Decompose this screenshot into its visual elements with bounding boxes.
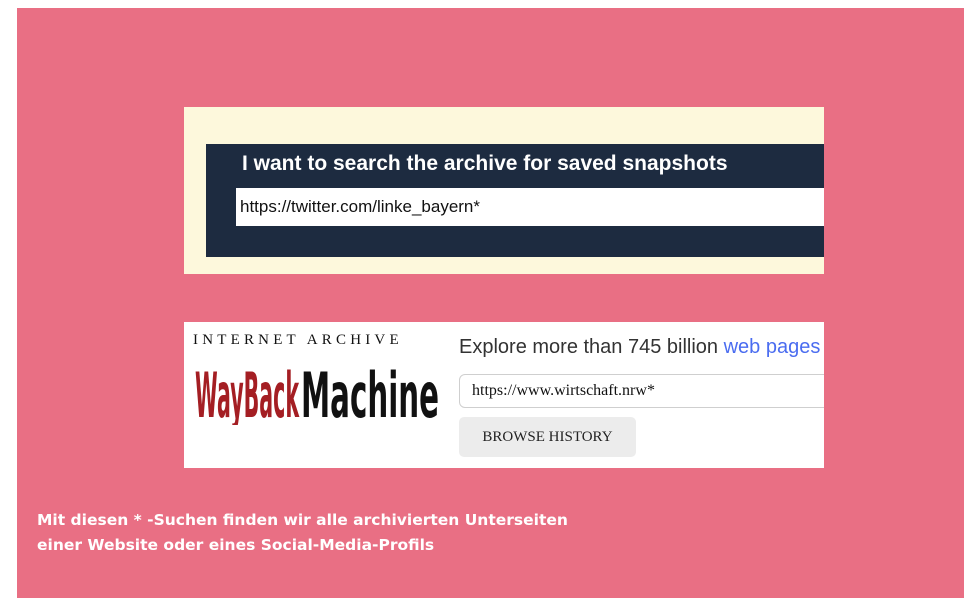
explore-prefix: Explore more than 745 billion [459, 336, 724, 358]
browse-history-button[interactable]: BROWSE HISTORY [459, 417, 636, 457]
wayback-logo-black: Machine [301, 359, 439, 425]
snapshot-search-input[interactable] [236, 188, 824, 226]
caption: Mit diesen * -Suchen finden wir alle arc… [37, 508, 797, 558]
wayback-url-input[interactable] [459, 374, 824, 408]
caption-line-1: Mit diesen * -Suchen finden wir alle arc… [37, 511, 568, 529]
explore-text: Explore more than 745 billion web pages [459, 336, 820, 359]
caption-line-2: einer Website oder eines Social-Media-Pr… [37, 536, 435, 554]
web-pages-link[interactable]: web pages [724, 336, 821, 358]
wayback-logo-red: WayBack [195, 359, 300, 425]
snapshot-search-bar: I want to search the archive for saved s… [206, 144, 824, 257]
snapshot-search-heading: I want to search the archive for saved s… [242, 152, 728, 175]
internet-archive-label: INTERNET ARCHIVE [193, 332, 403, 348]
wayback-machine-panel: INTERNET ARCHIVE WayBack Machine Explore… [184, 322, 824, 468]
wayback-machine-logo[interactable]: WayBack Machine [193, 355, 443, 425]
snapshot-search-panel: I want to search the archive for saved s… [184, 107, 824, 274]
